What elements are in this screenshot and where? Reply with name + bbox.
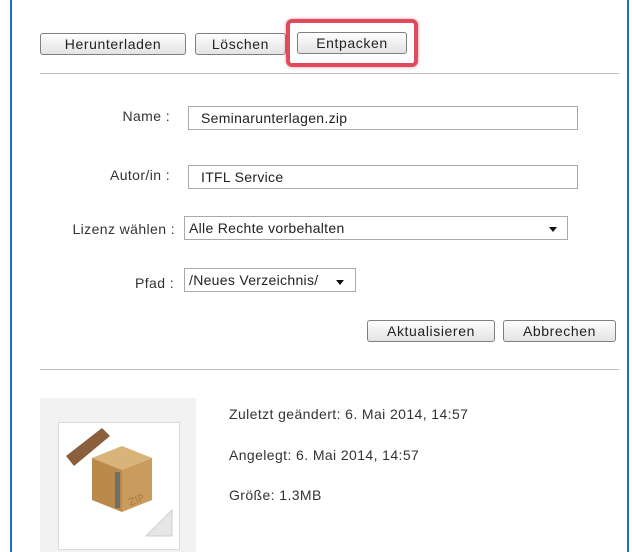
update-button[interactable]: Aktualisieren: [367, 320, 495, 342]
download-button[interactable]: Herunterladen: [40, 33, 186, 55]
license-label: Lizenz wählen :: [72, 221, 175, 237]
chevron-down-icon: [549, 227, 557, 232]
zipper: [115, 472, 120, 508]
path-select-value: /Neues Verzeichnis/: [189, 272, 319, 288]
divider-bottom: [40, 369, 619, 370]
author-field[interactable]: ITFL Service: [188, 165, 578, 189]
created-date: Angelegt: 6. Mai 2014, 14:57: [229, 447, 420, 463]
zip-archive-icon: ZIP: [66, 428, 173, 537]
delete-button[interactable]: Löschen: [195, 33, 286, 55]
path-select[interactable]: /Neues Verzeichnis/: [184, 268, 356, 292]
cancel-button[interactable]: Abbrechen: [503, 320, 616, 342]
path-label: Pfad :: [135, 275, 174, 291]
name-label: Name :: [122, 108, 170, 124]
license-select-value: Alle Rechte vorbehalten: [189, 220, 345, 236]
page-fold: [144, 508, 173, 537]
name-field[interactable]: Seminarunterlagen.zip: [188, 106, 578, 130]
file-size: Größe: 1.3MB: [229, 487, 322, 503]
license-select[interactable]: Alle Rechte vorbehalten: [184, 216, 568, 240]
unpack-button-highlight: [286, 19, 418, 67]
author-label: Autor/in :: [109, 167, 170, 183]
chevron-down-icon: [336, 280, 344, 285]
modified-date: Zuletzt geändert: 6. Mai 2014, 14:57: [229, 406, 469, 422]
divider-top: [40, 73, 619, 74]
